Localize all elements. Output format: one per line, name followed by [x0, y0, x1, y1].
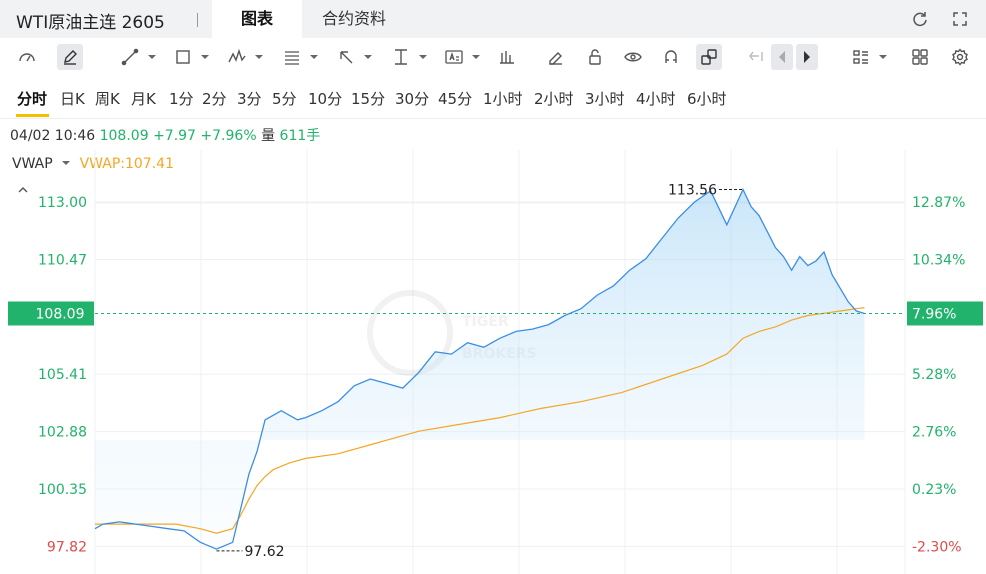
y-right-tick-label: -2.30%: [912, 539, 962, 555]
y-left-tick-label: 102.88: [38, 425, 87, 441]
low-annotation-text: 97.62: [245, 544, 285, 560]
svg-text:TIGER: TIGER: [462, 314, 509, 330]
current-price-tag-text: 108.09: [36, 306, 85, 322]
y-left-tick-label: 113.00: [38, 195, 87, 211]
y-axis-left: 113.00 110.47 105.41 102.88 100.35 97.82: [38, 195, 87, 555]
y-left-tick-label: 105.41: [38, 367, 87, 383]
y-left-tick-label: 110.47: [38, 253, 87, 269]
y-right-tick-label: 10.34%: [912, 253, 965, 269]
price-area-fill: [95, 189, 865, 550]
y-left-tick-label: 97.82: [47, 539, 87, 555]
current-pct-tag: 7.96%: [907, 301, 983, 326]
y-left-tick-label: 100.35: [38, 482, 87, 498]
high-annotation-text: 113.56: [668, 182, 717, 198]
current-pct-tag-text: 7.96%: [912, 306, 956, 322]
y-right-tick-label: 2.76%: [912, 425, 956, 441]
y-right-tick-label: 12.87%: [912, 195, 965, 211]
intraday-chart: TIGER BROKERS 113.00110.47105.41102.8810…: [8, 150, 983, 574]
y-axis-right: 12.87% 10.34% 5.28% 2.76% 0.23% -2.30%: [912, 195, 965, 555]
high-annotation: 113.56: [668, 182, 743, 198]
y-right-tick-label: 5.28%: [912, 367, 956, 383]
y-right-tick-label: 0.23%: [912, 482, 956, 498]
current-price-tag: 108.09: [8, 301, 94, 326]
